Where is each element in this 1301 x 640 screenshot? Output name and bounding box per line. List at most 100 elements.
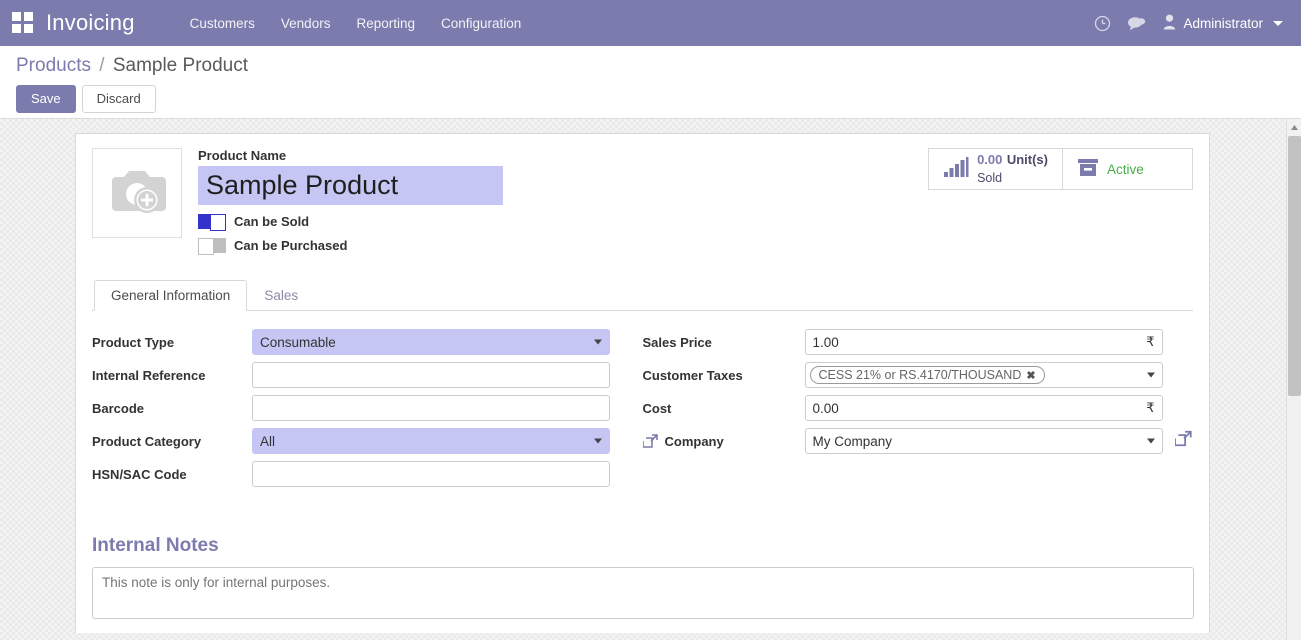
sales-price-label: Sales Price bbox=[642, 334, 712, 350]
breadcrumb: Products / Sample Product bbox=[16, 55, 1285, 77]
product-category-input[interactable]: All bbox=[252, 428, 610, 454]
breadcrumb-separator: / bbox=[99, 55, 105, 76]
can-be-sold-label: Can be Sold bbox=[234, 214, 310, 229]
record-actions: Save Discard bbox=[16, 85, 1285, 113]
units-sold-stat-button[interactable]: 0.00 Unit(s) Sold bbox=[929, 149, 1062, 189]
breadcrumb-products-link[interactable]: Products bbox=[16, 55, 91, 76]
units-sold-value: 0.00 bbox=[977, 151, 1003, 167]
form-group-right: Sales Price ₹ Customer Taxes CESS 21% or… bbox=[642, 329, 1194, 487]
internal-notes-textarea[interactable] bbox=[92, 567, 1194, 619]
sales-price-input[interactable] bbox=[804, 329, 1163, 355]
product-form-sheet: Product Name Can be Sold Can be Purchase… bbox=[75, 133, 1210, 633]
menu-item-vendors[interactable]: Vendors bbox=[268, 10, 344, 37]
internal-reference-label: Internal Reference bbox=[92, 367, 206, 383]
notebook-tabs: General Information Sales bbox=[92, 279, 1193, 311]
camera-plus-icon bbox=[106, 165, 168, 222]
archive-box-icon bbox=[1077, 156, 1099, 183]
scrollbar-thumb[interactable] bbox=[1288, 136, 1301, 396]
product-type-label: Product Type bbox=[92, 334, 175, 350]
app-brand-title[interactable]: Invoicing bbox=[46, 10, 135, 36]
customer-taxes-tag-container[interactable]: CESS 21% or RS.4170/THOUSAND ✖ bbox=[804, 362, 1163, 388]
user-name-label: Administrator bbox=[1183, 15, 1263, 31]
content-area: Product Name Can be Sold Can be Purchase… bbox=[0, 118, 1301, 640]
tax-tag-remove-icon[interactable]: ✖ bbox=[1026, 369, 1035, 382]
header-fields: Product Name Can be Sold Can be Purchase… bbox=[198, 148, 928, 255]
tab-sales[interactable]: Sales bbox=[247, 280, 315, 311]
internal-notes-title: Internal Notes bbox=[92, 535, 219, 556]
barcode-input[interactable] bbox=[252, 395, 610, 421]
company-input[interactable]: My Company bbox=[804, 428, 1163, 454]
field-row-internal-reference: Internal Reference bbox=[92, 362, 643, 388]
menu-item-customers[interactable]: Customers bbox=[177, 10, 268, 37]
product-category-field: All bbox=[252, 428, 610, 454]
can-be-purchased-label: Can be Purchased bbox=[234, 238, 348, 253]
company-field: My Company bbox=[804, 428, 1192, 454]
cost-label: Cost bbox=[642, 400, 672, 416]
bar-chart-icon bbox=[943, 156, 969, 183]
sheet-header: Product Name Can be Sold Can be Purchase… bbox=[92, 148, 1193, 255]
external-link-icon[interactable] bbox=[642, 433, 659, 449]
product-name-input[interactable] bbox=[198, 166, 503, 205]
user-avatar-icon bbox=[1163, 14, 1176, 33]
field-row-barcode: Barcode bbox=[92, 395, 643, 421]
toggle-switch-off-icon bbox=[198, 238, 226, 255]
field-row-cost: Cost ₹ bbox=[643, 395, 1194, 421]
stat-button-group: 0.00 Unit(s) Sold Active bbox=[928, 148, 1193, 190]
field-row-product-type: Product Type Consumable Service Storable… bbox=[92, 329, 643, 355]
cost-input[interactable] bbox=[804, 395, 1163, 421]
product-type-select[interactable]: Consumable Service Storable Product bbox=[252, 329, 610, 355]
chevron-down-icon bbox=[1273, 20, 1283, 26]
navbar-right-tools: Administrator bbox=[1085, 8, 1289, 38]
breadcrumb-current: Sample Product bbox=[112, 55, 249, 76]
customer-taxes-field[interactable]: CESS 21% or RS.4170/THOUSAND ✖ bbox=[804, 362, 1163, 388]
tab-general-information[interactable]: General Information bbox=[94, 280, 248, 311]
units-sold-unit: Unit(s) bbox=[1006, 151, 1048, 167]
barcode-field bbox=[252, 395, 610, 421]
internal-reference-input[interactable] bbox=[252, 362, 610, 388]
field-row-customer-taxes: Customer Taxes CESS 21% or RS.4170/THOUS… bbox=[643, 362, 1194, 388]
menu-item-configuration[interactable]: Configuration bbox=[428, 10, 534, 37]
main-menu: Customers Vendors Reporting Configuratio… bbox=[177, 10, 535, 37]
company-label-wrap: Company bbox=[642, 433, 805, 449]
can-be-sold-toggle[interactable]: Can be Sold bbox=[198, 214, 928, 231]
menu-item-reporting[interactable]: Reporting bbox=[343, 10, 428, 37]
form-group-left: Product Type Consumable Service Storable… bbox=[92, 329, 643, 487]
active-status-stat-button[interactable]: Active bbox=[1062, 149, 1192, 189]
field-row-sales-price: Sales Price ₹ bbox=[643, 329, 1194, 355]
internal-notes-section: Internal Notes bbox=[92, 535, 1194, 632]
top-navbar: Invoicing Customers Vendors Reporting Co… bbox=[0, 0, 1301, 46]
active-status-label: Active bbox=[1107, 161, 1144, 177]
barcode-label: Barcode bbox=[92, 400, 145, 416]
speech-bubble-icon[interactable] bbox=[1119, 8, 1153, 38]
apps-grid-icon[interactable] bbox=[12, 12, 34, 34]
vertical-scrollbar[interactable] bbox=[1286, 119, 1301, 640]
hsn-sac-code-field bbox=[252, 461, 610, 487]
clock-icon[interactable] bbox=[1085, 8, 1119, 38]
units-sold-text: 0.00 Unit(s) Sold bbox=[977, 151, 1048, 188]
tax-tag[interactable]: CESS 21% or RS.4170/THOUSAND ✖ bbox=[809, 366, 1045, 384]
company-label: Company bbox=[664, 433, 724, 449]
internal-reference-field bbox=[252, 362, 610, 388]
toggle-switch-on-icon bbox=[198, 214, 226, 231]
cost-field: ₹ bbox=[804, 395, 1163, 421]
product-type-field: Consumable Service Storable Product bbox=[252, 329, 610, 355]
field-row-company: Company My Company bbox=[642, 428, 1194, 454]
field-row-product-category: Product Category All bbox=[92, 428, 643, 454]
save-button[interactable]: Save bbox=[16, 85, 76, 113]
discard-button[interactable]: Discard bbox=[81, 85, 156, 113]
control-panel: Products / Sample Product Save Discard 1… bbox=[0, 46, 1301, 156]
tax-tag-label: CESS 21% or RS.4170/THOUSAND bbox=[818, 368, 1022, 382]
product-category-label: Product Category bbox=[92, 433, 202, 449]
sales-price-field: ₹ bbox=[804, 329, 1163, 355]
external-link-icon[interactable] bbox=[1173, 430, 1193, 453]
user-menu[interactable]: Administrator bbox=[1153, 10, 1289, 37]
units-sold-sublabel: Sold bbox=[977, 171, 1003, 185]
product-name-label: Product Name bbox=[198, 148, 287, 163]
field-row-hsn-sac-code: HSN/SAC Code bbox=[92, 461, 643, 487]
hsn-sac-code-input[interactable] bbox=[252, 461, 610, 487]
hsn-sac-code-label: HSN/SAC Code bbox=[92, 466, 187, 482]
form-groups: Product Type Consumable Service Storable… bbox=[92, 329, 1193, 487]
product-image-field[interactable] bbox=[92, 148, 182, 238]
can-be-purchased-toggle[interactable]: Can be Purchased bbox=[198, 238, 928, 255]
scroll-up-arrow-icon[interactable] bbox=[1287, 119, 1301, 135]
